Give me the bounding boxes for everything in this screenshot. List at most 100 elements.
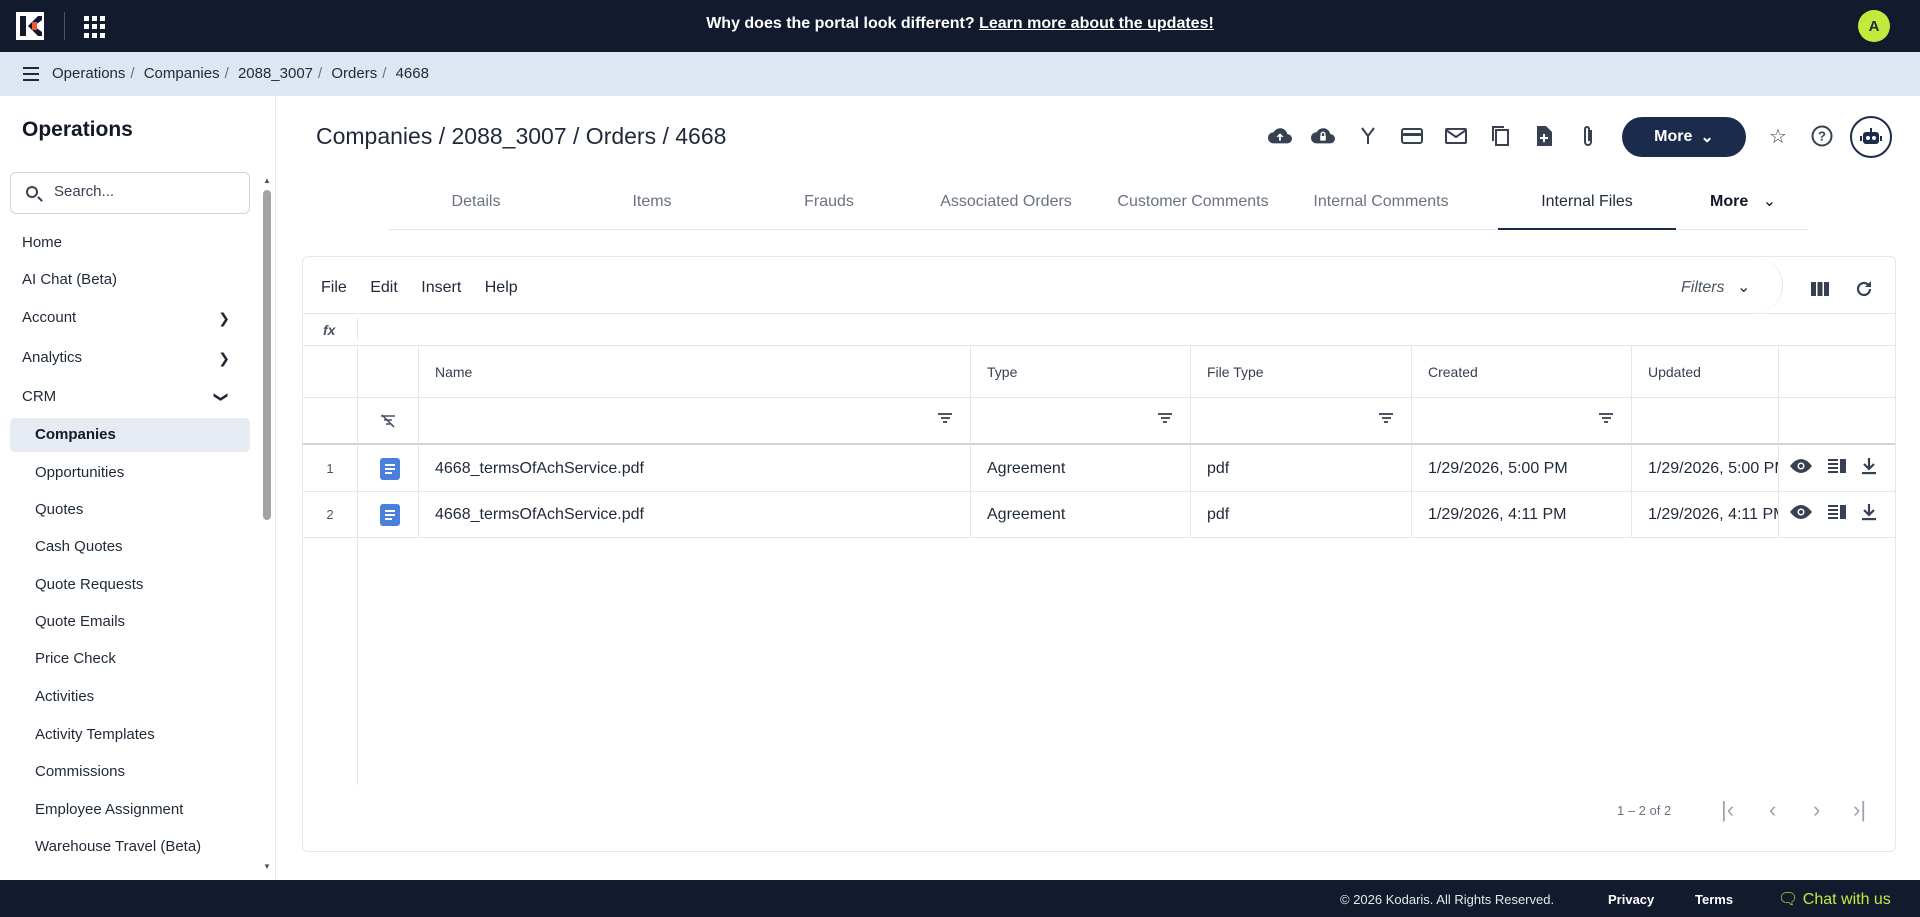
hamburger-menu-icon[interactable] xyxy=(23,67,39,81)
scrollbar-thumb[interactable] xyxy=(263,190,271,520)
sidebar-item-activities[interactable]: Activities xyxy=(10,680,250,714)
email-icon[interactable] xyxy=(1444,124,1468,148)
filter-icon[interactable] xyxy=(1599,413,1613,423)
tab-internal-comments[interactable]: Internal Comments xyxy=(1292,182,1470,230)
name-filter-cell[interactable] xyxy=(419,398,971,443)
sidebar-item-crm[interactable]: CRM ❯ xyxy=(10,380,250,414)
tab-customer-comments[interactable]: Customer Comments xyxy=(1094,182,1292,230)
updated-cell[interactable]: 1/29/2026, 5:00 PM xyxy=(1632,446,1779,491)
add-file-icon[interactable] xyxy=(1532,124,1556,148)
sidebar-item-opportunities[interactable]: Opportunities xyxy=(10,456,250,490)
user-avatar[interactable]: A xyxy=(1858,10,1890,42)
columns-icon[interactable] xyxy=(1808,277,1832,301)
first-page-icon[interactable]: |‹ xyxy=(1721,797,1734,823)
column-header-file-type[interactable]: File Type xyxy=(1191,346,1412,397)
tab-associated-orders[interactable]: Associated Orders xyxy=(918,182,1094,230)
document-icon[interactable] xyxy=(358,446,419,491)
ai-assistant-button[interactable] xyxy=(1850,116,1892,158)
sidebar-item-commissions[interactable]: Commissions xyxy=(10,755,250,789)
privacy-link[interactable]: Privacy xyxy=(1608,892,1654,907)
sidebar-search[interactable] xyxy=(10,172,250,214)
menu-insert[interactable]: Insert xyxy=(421,279,461,296)
file-type-cell[interactable]: pdf xyxy=(1191,492,1412,537)
merge-icon[interactable] xyxy=(1356,124,1380,148)
column-header-name[interactable]: Name xyxy=(419,346,971,397)
more-button[interactable]: More ⌄ xyxy=(1622,117,1746,157)
sidebar-item-analytics[interactable]: Analytics ❯ xyxy=(10,341,250,375)
tab-internal-files[interactable]: Internal Files xyxy=(1498,182,1676,230)
sidebar-item-warehouse-travel[interactable]: Warehouse Travel (Beta) xyxy=(10,830,250,864)
filter-icon[interactable] xyxy=(1379,413,1393,423)
breadcrumb-item[interactable]: Companies xyxy=(144,65,220,82)
file-name-cell[interactable]: 4668_termsOfAchService.pdf xyxy=(419,446,971,491)
menu-help[interactable]: Help xyxy=(485,279,518,296)
announcement-link[interactable]: Learn more about the updates! xyxy=(979,15,1214,32)
details-icon[interactable] xyxy=(1827,458,1847,479)
type-filter-cell[interactable] xyxy=(971,398,1191,443)
scroll-down-icon[interactable]: ▼ xyxy=(263,862,271,871)
column-header-created[interactable]: Created xyxy=(1412,346,1632,397)
column-header-type[interactable]: Type xyxy=(971,346,1191,397)
filters-dropdown[interactable]: Filters ⌄ xyxy=(1681,277,1750,297)
sidebar-item-account[interactable]: Account ❯ xyxy=(10,301,250,335)
sidebar-item-home[interactable]: Home xyxy=(10,226,250,260)
sidebar-item-quotes[interactable]: Quotes xyxy=(10,493,250,527)
view-icon[interactable] xyxy=(1789,458,1813,479)
sidebar-item-activity-templates[interactable]: Activity Templates xyxy=(10,718,250,752)
refresh-icon[interactable] xyxy=(1852,277,1876,301)
created-cell[interactable]: 1/29/2026, 5:00 PM xyxy=(1412,446,1632,491)
terms-link[interactable]: Terms xyxy=(1695,892,1733,907)
tab-more[interactable]: More ⌄ xyxy=(1688,182,1788,230)
created-cell[interactable]: 1/29/2026, 4:11 PM xyxy=(1412,492,1632,537)
column-header-updated[interactable]: Updated xyxy=(1632,346,1779,397)
clear-filter-icon[interactable] xyxy=(358,398,419,443)
table-row[interactable]: 1 4668_termsOfAchService.pdf Agreement p… xyxy=(303,446,1895,492)
sidebar-item-employee-assignment[interactable]: Employee Assignment xyxy=(10,793,250,827)
breadcrumb-item[interactable]: Orders xyxy=(331,65,377,82)
menu-edit[interactable]: Edit xyxy=(370,279,398,296)
scroll-up-icon[interactable]: ▲ xyxy=(263,176,271,185)
sidebar-scrollbar[interactable]: ▲ ▼ xyxy=(263,176,271,872)
star-icon[interactable]: ☆ xyxy=(1766,124,1790,148)
created-filter-cell[interactable] xyxy=(1412,398,1632,443)
type-cell[interactable]: Agreement xyxy=(971,492,1191,537)
tab-items[interactable]: Items xyxy=(564,182,740,230)
previous-page-icon[interactable]: ‹ xyxy=(1769,797,1776,823)
filter-icon[interactable] xyxy=(1158,413,1172,423)
last-page-icon[interactable]: ›| xyxy=(1853,797,1866,823)
file-type-cell[interactable]: pdf xyxy=(1191,446,1412,491)
file-type-filter-cell[interactable] xyxy=(1191,398,1412,443)
chat-button[interactable]: 🗨 Chat with us xyxy=(1778,889,1891,909)
cloud-lock-icon[interactable] xyxy=(1311,124,1335,148)
sidebar-item-quote-requests[interactable]: Quote Requests xyxy=(10,568,250,602)
view-icon[interactable] xyxy=(1789,504,1813,525)
download-icon[interactable] xyxy=(1861,457,1877,480)
menu-file[interactable]: File xyxy=(321,279,347,296)
filter-icon[interactable] xyxy=(938,413,952,423)
document-icon[interactable] xyxy=(358,492,419,537)
breadcrumb-item[interactable]: 4668 xyxy=(396,65,429,82)
sidebar-item-price-check[interactable]: Price Check xyxy=(10,642,250,676)
type-cell[interactable]: Agreement xyxy=(971,446,1191,491)
credit-card-icon[interactable] xyxy=(1400,124,1424,148)
sidebar-item-quote-emails[interactable]: Quote Emails xyxy=(10,605,250,639)
breadcrumb-item[interactable]: Operations xyxy=(52,65,125,82)
tab-details[interactable]: Details xyxy=(388,182,564,230)
updated-filter-cell[interactable] xyxy=(1632,398,1779,443)
search-input[interactable] xyxy=(54,183,234,200)
copy-icon[interactable] xyxy=(1488,124,1512,148)
breadcrumb-item[interactable]: 2088_3007 xyxy=(238,65,313,82)
sidebar-item-cash-quotes[interactable]: Cash Quotes xyxy=(10,530,250,564)
download-icon[interactable] xyxy=(1861,503,1877,526)
table-row[interactable]: 2 4668_termsOfAchService.pdf Agreement p… xyxy=(303,492,1895,538)
sidebar-item-companies[interactable]: Companies xyxy=(10,418,250,452)
details-icon[interactable] xyxy=(1827,504,1847,525)
sidebar-item-ai-chat[interactable]: AI Chat (Beta) xyxy=(10,263,250,297)
file-name-cell[interactable]: 4668_termsOfAchService.pdf xyxy=(419,492,971,537)
paperclip-icon[interactable] xyxy=(1576,124,1600,148)
help-icon[interactable]: ? xyxy=(1810,124,1834,148)
updated-cell[interactable]: 1/29/2026, 4:11 PM xyxy=(1632,492,1779,537)
next-page-icon[interactable]: › xyxy=(1813,797,1820,823)
cloud-upload-icon[interactable] xyxy=(1268,124,1292,148)
tab-frauds[interactable]: Frauds xyxy=(740,182,918,230)
